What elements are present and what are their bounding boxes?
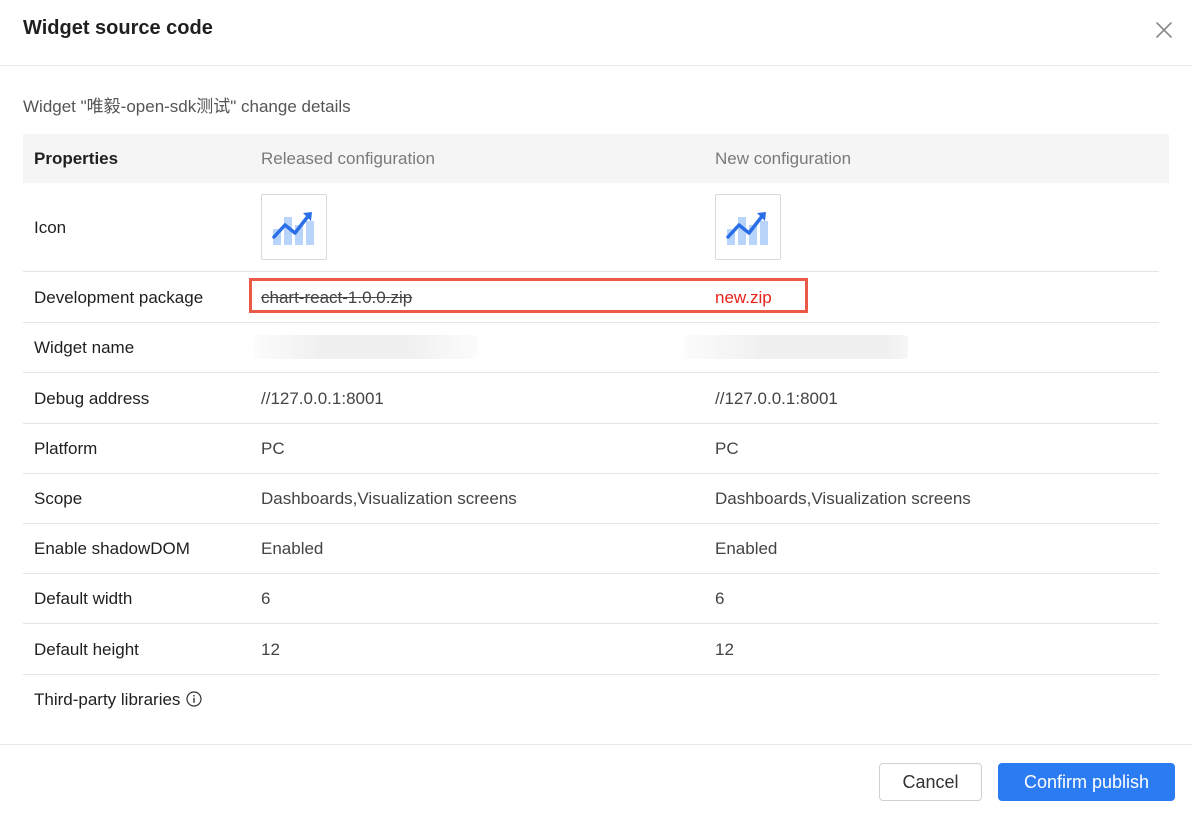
chart-trend-icon (726, 212, 768, 245)
new-icon-cell (715, 194, 781, 260)
header-released-configuration: Released configuration (261, 149, 435, 168)
table-header: Properties Released configuration New co… (23, 134, 1169, 183)
released-height-value: 12 (261, 640, 280, 659)
property-label: Default width (34, 589, 133, 608)
table-row-icon: Icon (23, 183, 1159, 272)
close-icon[interactable] (1152, 18, 1176, 42)
widget-icon-preview (261, 194, 327, 260)
table-row-debug-address: Debug address //127.0.0.1:8001 //127.0.0… (23, 373, 1159, 424)
property-label: Icon (34, 218, 67, 237)
new-widget-name-redacted (683, 335, 908, 359)
table-row-default-width: Default width 6 6 (23, 574, 1159, 624)
info-circle-icon[interactable] (186, 691, 203, 707)
released-icon-cell (261, 194, 327, 260)
new-height-value: 12 (715, 640, 734, 659)
property-label: Platform (34, 439, 98, 458)
table-row-default-height: Default height 12 12 (23, 624, 1159, 675)
widget-icon-preview (715, 194, 781, 260)
property-label: Debug address (34, 389, 150, 408)
property-label: Development package (34, 288, 204, 307)
released-scope-value: Dashboards,Visualization screens (261, 489, 517, 508)
new-debug-value: //127.0.0.1:8001 (715, 389, 838, 408)
table-row-platform: Platform PC PC (23, 424, 1159, 474)
change-details-table: Properties Released configuration New co… (23, 134, 1169, 725)
released-widget-name-redacted (253, 335, 478, 359)
chart-trend-icon (272, 212, 314, 245)
property-label: Default height (34, 640, 139, 659)
released-shadowdom-value: Enabled (261, 539, 324, 558)
released-platform-value: PC (261, 439, 285, 458)
new-shadowdom-value: Enabled (715, 539, 778, 558)
header-properties: Properties (34, 149, 119, 168)
cancel-button[interactable]: Cancel (879, 763, 982, 801)
header-new-configuration: New configuration (715, 149, 852, 168)
dialog-header: Widget source code (0, 0, 1192, 66)
change-highlight-box (249, 278, 808, 313)
table-row-widget-name: Widget name (23, 323, 1159, 373)
new-width-value: 6 (715, 589, 725, 608)
dialog-title: Widget source code (23, 17, 213, 39)
property-label: Widget name (34, 338, 135, 357)
property-label: Enable shadowDOM (34, 539, 190, 558)
table-row-third-party-libraries: Third-party libraries (23, 675, 1159, 725)
property-label: Third-party libraries (34, 690, 181, 709)
table-row-shadowdom: Enable shadowDOM Enabled Enabled (23, 524, 1159, 574)
widget-source-code-dialog: Widget source code Widget "唯毅-open-sdk测试… (0, 0, 1192, 818)
change-details-subtitle: Widget "唯毅-open-sdk测试" change details (23, 97, 351, 116)
released-debug-value: //127.0.0.1:8001 (261, 389, 384, 408)
confirm-publish-button[interactable]: Confirm publish (998, 763, 1175, 801)
released-width-value: 6 (261, 589, 271, 608)
table-row-scope: Scope Dashboards,Visualization screens D… (23, 474, 1159, 524)
new-platform-value: PC (715, 439, 739, 458)
new-scope-value: Dashboards,Visualization screens (715, 489, 971, 508)
dialog-footer: Cancel Confirm publish (0, 744, 1192, 818)
property-label: Scope (34, 489, 83, 508)
third-party-libraries-label: Third-party libraries (34, 675, 203, 725)
